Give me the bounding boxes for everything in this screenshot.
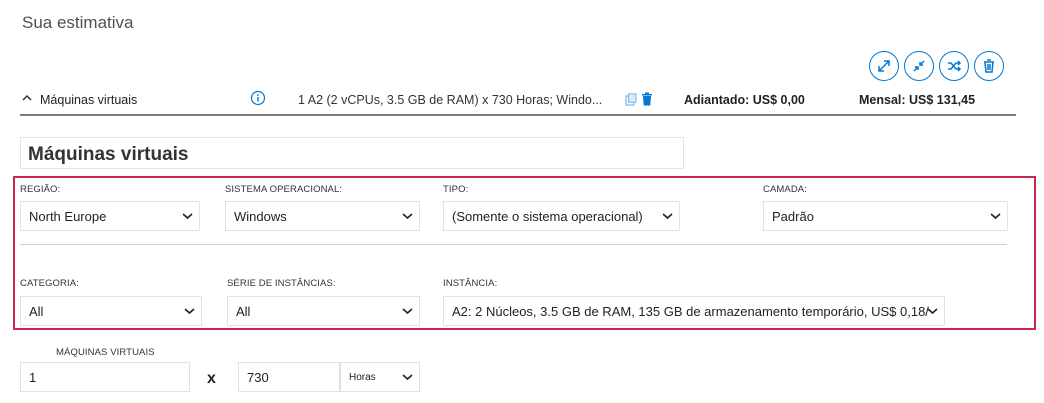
page-title: Sua estimativa — [22, 13, 134, 32]
series-select[interactable]: All — [227, 296, 420, 326]
chevron-down-icon — [182, 213, 193, 220]
estimate-summary-row[interactable]: Máquinas virtuais 1 A2 (2 vCPUs, 3.5 GB … — [20, 88, 1016, 116]
os-value: Windows — [234, 209, 287, 224]
time-unit-select[interactable]: Horas — [340, 362, 420, 392]
shuffle-icon[interactable] — [939, 51, 969, 81]
series-label: SÉRIE DE INSTÂNCIAS: — [227, 278, 336, 289]
region-select[interactable]: North Europe — [20, 201, 200, 231]
chevron-up-icon[interactable] — [20, 91, 34, 105]
service-name-field[interactable]: Máquinas virtuais — [20, 137, 684, 169]
monthly-cost: Mensal: US$ 131,45 — [859, 93, 976, 107]
divider — [20, 244, 1007, 245]
delete-icon[interactable] — [641, 92, 653, 106]
expand-all-icon[interactable] — [869, 51, 899, 81]
os-label: SISTEMA OPERACIONAL: — [225, 184, 343, 195]
region-label: REGIÃO: — [20, 184, 61, 195]
hours-input[interactable]: 730 — [238, 362, 340, 392]
chevron-down-icon — [402, 213, 413, 220]
info-icon[interactable] — [250, 90, 266, 106]
summary-description: 1 A2 (2 vCPUs, 3.5 GB de RAM) x 730 Hora… — [298, 93, 603, 107]
chevron-down-icon — [662, 213, 673, 220]
collapse-all-icon[interactable] — [904, 51, 934, 81]
type-select[interactable]: (Somente o sistema operacional) — [443, 201, 680, 231]
instance-value: A2: 2 Núcleos, 3.5 GB de RAM, 135 GB de … — [452, 304, 929, 319]
series-value: All — [236, 304, 251, 319]
upfront-cost: Adiantado: US$ 0,00 — [684, 93, 805, 107]
chevron-down-icon — [927, 308, 938, 315]
vm-count-input[interactable]: 1 — [20, 362, 190, 392]
category-select[interactable]: All — [20, 296, 202, 326]
chevron-down-icon — [990, 213, 1001, 220]
vm-count-label: MÁQUINAS VIRTUAIS — [56, 347, 155, 358]
chevron-down-icon — [184, 308, 195, 315]
os-select[interactable]: Windows — [225, 201, 420, 231]
instance-label: INSTÂNCIA: — [443, 278, 498, 289]
delete-all-icon[interactable] — [974, 51, 1004, 81]
type-label: TIPO: — [443, 184, 469, 195]
tier-value: Padrão — [772, 209, 814, 224]
type-value: (Somente o sistema operacional) — [452, 209, 643, 224]
hours-value: 730 — [247, 370, 269, 385]
tier-select[interactable]: Padrão — [763, 201, 1008, 231]
tier-label: CAMADA: — [763, 184, 807, 195]
time-unit-value: Horas — [349, 372, 376, 383]
clone-icon[interactable] — [625, 93, 637, 106]
section-title: Máquinas virtuais — [28, 144, 189, 165]
instance-select[interactable]: A2: 2 Núcleos, 3.5 GB de RAM, 135 GB de … — [443, 296, 945, 326]
multiply-sign: x — [207, 370, 216, 387]
category-label: CATEGORIA: — [20, 278, 79, 289]
vm-count-value: 1 — [29, 370, 37, 385]
chevron-down-icon — [402, 374, 413, 381]
category-value: All — [29, 304, 44, 319]
summary-service-name: Máquinas virtuais — [40, 93, 138, 107]
region-value: North Europe — [29, 209, 107, 224]
chevron-down-icon — [402, 308, 413, 315]
